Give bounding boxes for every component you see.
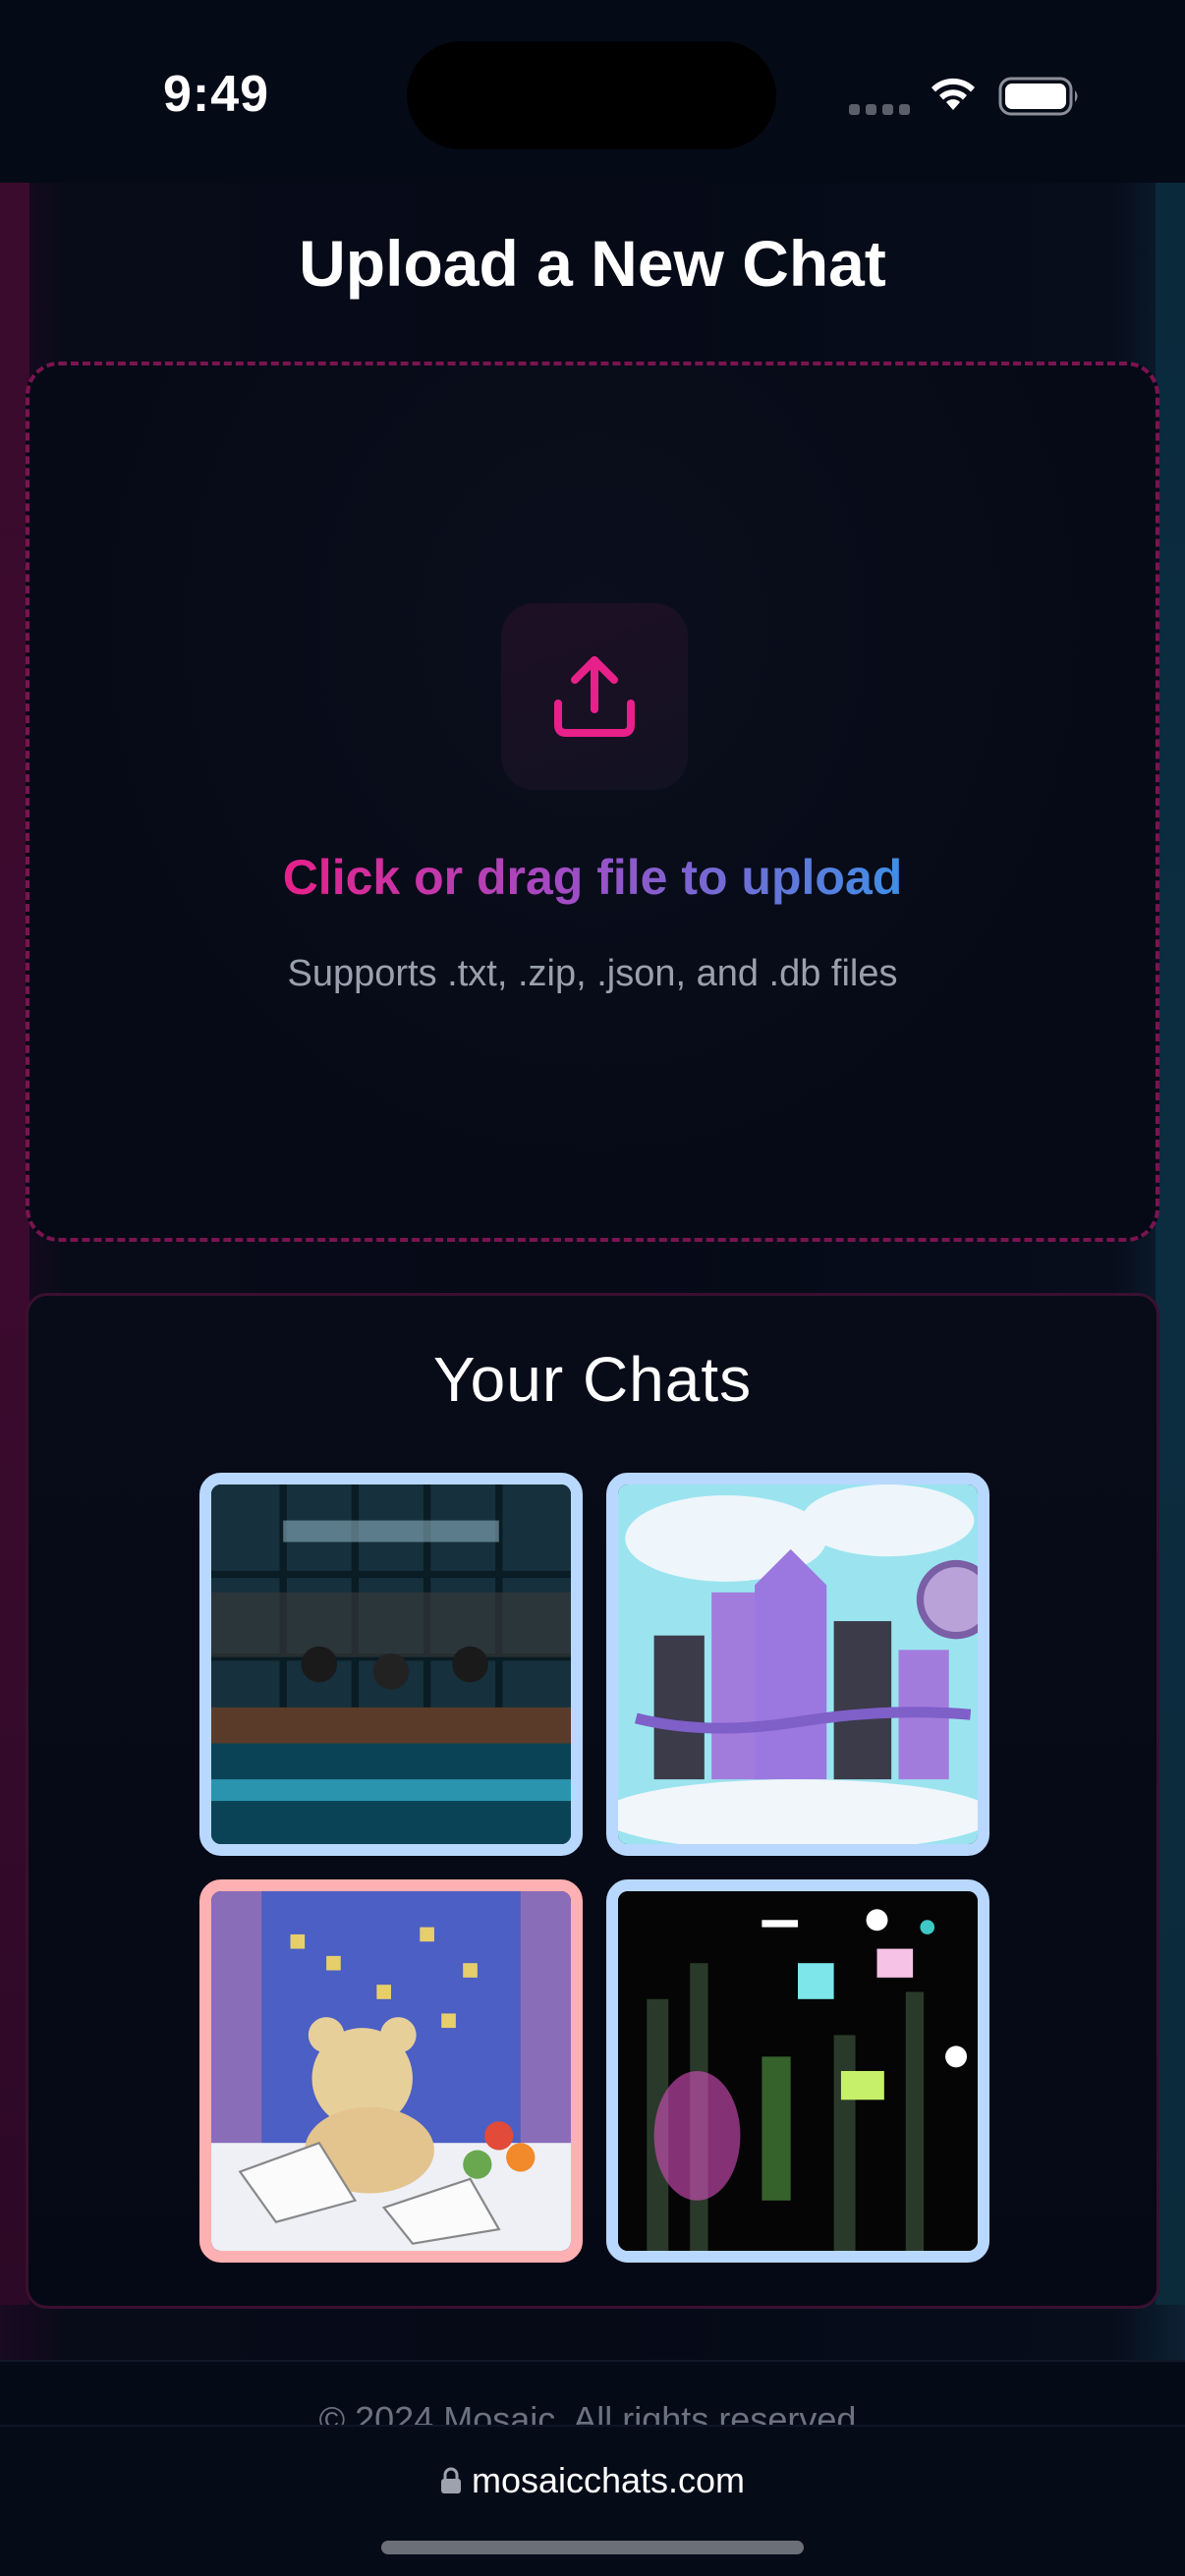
dynamic-island xyxy=(407,41,776,149)
upload-cta[interactable]: Click or drag file to upload xyxy=(29,849,1156,906)
address-url[interactable]: mosaicchats.com xyxy=(0,2460,1185,2501)
status-time: 9:49 xyxy=(162,66,270,123)
wifi-icon xyxy=(931,78,975,110)
cafe-night-thumbnail xyxy=(211,1484,571,1844)
upload-icon-container xyxy=(501,603,688,790)
chat-grid xyxy=(199,1473,991,2267)
upload-icon xyxy=(554,656,635,737)
teddy-bear-reading-thumbnail xyxy=(211,1891,571,2251)
home-indicator[interactable] xyxy=(381,2541,804,2554)
right-accent-glow xyxy=(1156,183,1185,2305)
battery-icon xyxy=(998,77,1078,116)
chat-card[interactable] xyxy=(606,1879,989,2263)
status-bar: 9:49 xyxy=(0,0,1185,183)
chats-section-title: Your Chats xyxy=(432,1344,753,1415)
page: 9:49 Upload a New Chat Click or drag fil… xyxy=(0,0,1185,2576)
neon-city-thumbnail xyxy=(618,1891,978,2251)
lock-icon xyxy=(440,2467,461,2493)
purple-city-thumbnail xyxy=(618,1484,978,1844)
url-text: mosaicchats.com xyxy=(471,2460,746,2500)
chat-card[interactable] xyxy=(199,1473,583,1856)
your-chats-panel: Your Chats xyxy=(26,1293,1159,2309)
page-title: Upload a New Chat xyxy=(299,227,886,300)
chat-card[interactable] xyxy=(199,1879,583,2263)
chat-card[interactable] xyxy=(606,1473,989,1856)
cellular-signal-icon xyxy=(849,104,910,115)
upload-dropzone[interactable]: Click or drag file to upload Supports .t… xyxy=(26,362,1159,1242)
upload-supported-formats: Supports .txt, .zip, .json, and .db file… xyxy=(287,953,898,994)
